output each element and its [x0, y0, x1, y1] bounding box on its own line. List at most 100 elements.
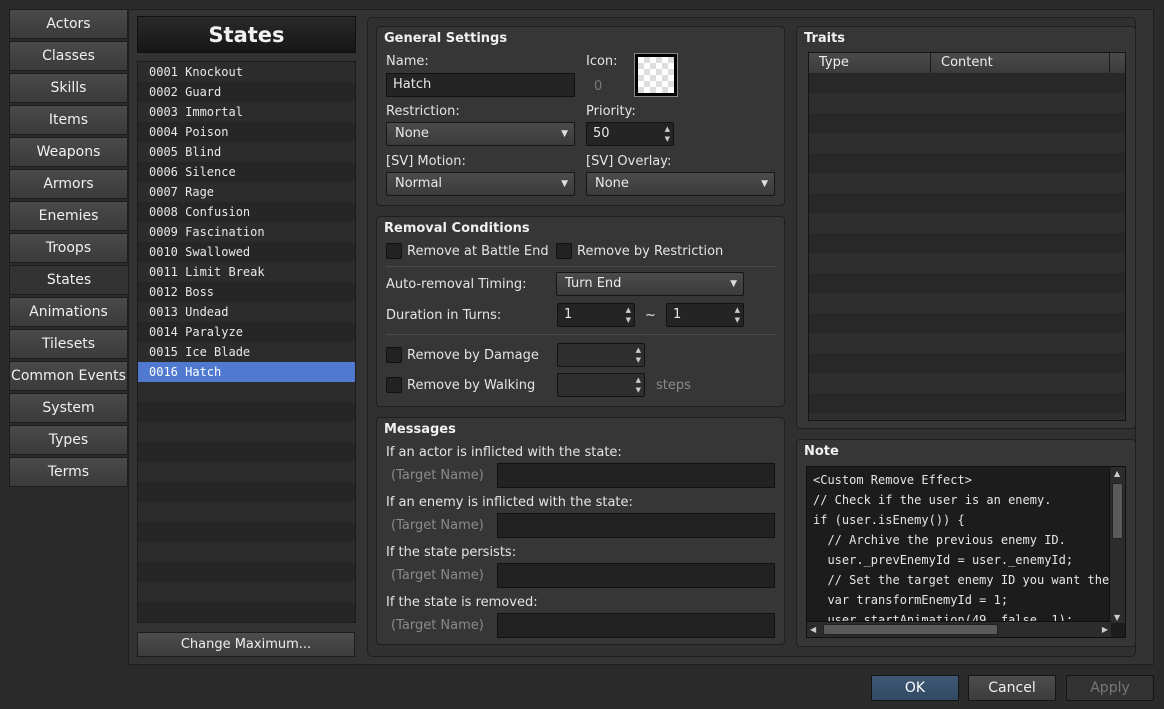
walking-spinner[interactable]: ▲ ▼: [557, 373, 645, 397]
horizontal-scrollbar[interactable]: ◀ ▶: [807, 621, 1111, 637]
tab-common-events[interactable]: Common Events: [9, 361, 128, 391]
list-item[interactable]: 0011 Limit Break: [138, 262, 355, 282]
scroll-up-icon[interactable]: ▲: [1114, 469, 1120, 478]
tab-types[interactable]: Types: [9, 425, 128, 455]
trait-row[interactable]: [809, 273, 1125, 293]
state-list[interactable]: 0001 Knockout 0002 Guard 0003 Immortal 0004…: [137, 61, 356, 623]
tab-armors[interactable]: Armors: [9, 169, 128, 199]
priority-spinner[interactable]: 50 ▲ ▼: [586, 122, 674, 146]
trait-row[interactable]: [809, 333, 1125, 353]
duration-min-spinner[interactable]: 1 ▲ ▼: [557, 303, 635, 327]
apply-button[interactable]: Apply: [1066, 675, 1154, 701]
list-item[interactable]: 0012 Boss: [138, 282, 355, 302]
list-item[interactable]: 0002 Guard: [138, 82, 355, 102]
trait-row[interactable]: [809, 413, 1125, 420]
restriction-select[interactable]: None ▼: [386, 122, 575, 146]
list-item[interactable]: 0001 Knockout: [138, 62, 355, 82]
list-item[interactable]: 0010 Swallowed: [138, 242, 355, 262]
spin-down-icon[interactable]: ▼: [636, 386, 641, 394]
spin-up-icon[interactable]: ▲: [626, 306, 631, 314]
empty-list-row[interactable]: [138, 402, 355, 422]
trait-row[interactable]: [809, 113, 1125, 133]
empty-list-row[interactable]: [138, 602, 355, 622]
list-item[interactable]: 0015 Ice Blade: [138, 342, 355, 362]
trait-row[interactable]: [809, 133, 1125, 153]
empty-list-row[interactable]: [138, 522, 355, 542]
actor-message-input[interactable]: [497, 463, 775, 488]
trait-row[interactable]: [809, 313, 1125, 333]
tab-skills[interactable]: Skills: [9, 73, 128, 103]
spin-down-icon[interactable]: ▼: [735, 316, 740, 324]
spin-up-icon[interactable]: ▲: [636, 376, 641, 384]
ok-button[interactable]: OK: [871, 675, 959, 701]
trait-row[interactable]: [809, 233, 1125, 253]
spin-down-icon[interactable]: ▼: [665, 135, 670, 143]
timing-select[interactable]: Turn End ▼: [556, 272, 744, 296]
note-textarea[interactable]: <Custom Remove Effect> // Check if the u…: [806, 466, 1126, 638]
trait-row[interactable]: [809, 353, 1125, 373]
spin-down-icon[interactable]: ▼: [626, 316, 631, 324]
walking-checkbox[interactable]: [386, 377, 402, 393]
spin-up-icon[interactable]: ▲: [636, 346, 641, 354]
tab-tilesets[interactable]: Tilesets: [9, 329, 128, 359]
trait-row[interactable]: [809, 173, 1125, 193]
duration-max-spinner[interactable]: 1 ▲ ▼: [666, 303, 744, 327]
change-maximum-button[interactable]: Change Maximum...: [137, 632, 355, 657]
list-item[interactable]: 0007 Rage: [138, 182, 355, 202]
cancel-button[interactable]: Cancel: [968, 675, 1056, 701]
icon-picker[interactable]: [634, 53, 678, 97]
damage-spinner[interactable]: ▲ ▼: [557, 343, 645, 367]
trait-row[interactable]: [809, 373, 1125, 393]
empty-list-row[interactable]: [138, 382, 355, 402]
content-column-header[interactable]: Content: [931, 53, 1110, 73]
restriction-checkbox[interactable]: [556, 243, 572, 259]
list-item[interactable]: 0004 Poison: [138, 122, 355, 142]
empty-list-row[interactable]: [138, 562, 355, 582]
trait-row[interactable]: [809, 93, 1125, 113]
trait-row[interactable]: [809, 253, 1125, 273]
spin-up-icon[interactable]: ▲: [735, 306, 740, 314]
vertical-scrollbar[interactable]: ▲ ▼: [1109, 467, 1125, 623]
list-item[interactable]: 0005 Blind: [138, 142, 355, 162]
scroll-thumb[interactable]: [1112, 483, 1123, 539]
empty-list-row[interactable]: [138, 442, 355, 462]
list-item[interactable]: 0008 Confusion: [138, 202, 355, 222]
scroll-right-icon[interactable]: ▶: [1102, 625, 1108, 634]
tab-troops[interactable]: Troops: [9, 233, 128, 263]
tab-actors[interactable]: Actors: [9, 9, 128, 39]
spin-up-icon[interactable]: ▲: [665, 125, 670, 133]
trait-row[interactable]: [809, 73, 1125, 93]
spin-down-icon[interactable]: ▼: [636, 356, 641, 364]
battle-end-checkbox[interactable]: [386, 243, 402, 259]
tab-states[interactable]: States: [9, 265, 129, 295]
list-item[interactable]: 0006 Silence: [138, 162, 355, 182]
trait-row[interactable]: [809, 213, 1125, 233]
tab-enemies[interactable]: Enemies: [9, 201, 128, 231]
enemy-message-input[interactable]: [497, 513, 775, 538]
trait-row[interactable]: [809, 293, 1125, 313]
tab-items[interactable]: Items: [9, 105, 128, 135]
motion-select[interactable]: Normal ▼: [386, 172, 575, 196]
list-item[interactable]: 0014 Paralyze: [138, 322, 355, 342]
empty-list-row[interactable]: [138, 422, 355, 442]
scroll-left-icon[interactable]: ◀: [810, 625, 816, 634]
empty-list-row[interactable]: [138, 582, 355, 602]
list-item[interactable]: 0003 Immortal: [138, 102, 355, 122]
tab-system[interactable]: System: [9, 393, 128, 423]
list-item[interactable]: 0009 Fascination: [138, 222, 355, 242]
tab-terms[interactable]: Terms: [9, 457, 128, 487]
trait-row[interactable]: [809, 153, 1125, 173]
tab-animations[interactable]: Animations: [9, 297, 128, 327]
scroll-down-icon[interactable]: ▼: [1114, 613, 1120, 622]
name-input[interactable]: Hatch: [386, 73, 575, 97]
empty-list-row[interactable]: [138, 482, 355, 502]
empty-list-row[interactable]: [138, 462, 355, 482]
persist-message-input[interactable]: [497, 563, 775, 588]
trait-row[interactable]: [809, 193, 1125, 213]
empty-list-row[interactable]: [138, 542, 355, 562]
type-column-header[interactable]: Type: [809, 53, 931, 73]
removed-message-input[interactable]: [497, 613, 775, 638]
tab-weapons[interactable]: Weapons: [9, 137, 128, 167]
traits-table[interactable]: Type Content: [808, 52, 1126, 421]
tab-classes[interactable]: Classes: [9, 41, 128, 71]
